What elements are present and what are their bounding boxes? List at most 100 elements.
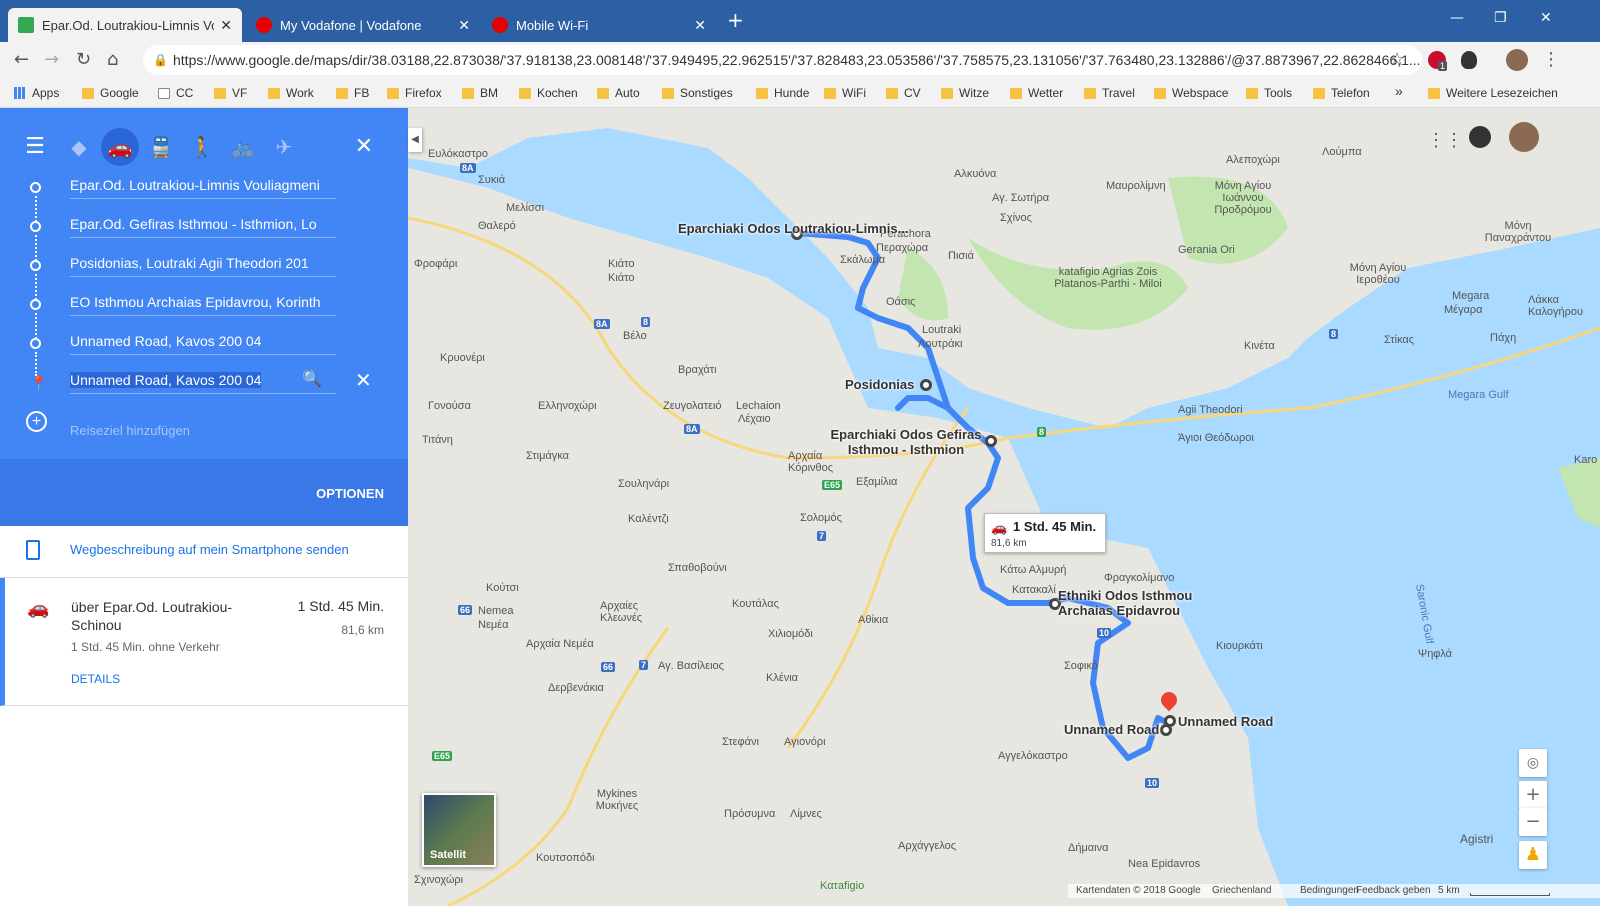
minimize-window-icon[interactable]: —	[1450, 10, 1464, 26]
bookmark-weitere-lesezeichen[interactable]: Weitere Lesezeichen	[1428, 86, 1558, 100]
add-destination-input[interactable]: Reiseziel hinzufügen	[70, 423, 190, 438]
bookmark-bm[interactable]: BM	[462, 86, 498, 100]
map-canvas[interactable]: Ευλόκαστρο Συκιά Θαλερό Μελίσσι Φροφάρι …	[408, 108, 1600, 906]
reload-icon[interactable]: ↻	[76, 49, 91, 70]
mode-flight-icon[interactable]: ✈	[265, 128, 303, 166]
mode-walk-icon[interactable]: 🚶	[183, 128, 221, 166]
route-details-link[interactable]: DETAILS	[71, 672, 120, 686]
bookmark-witze[interactable]: Witze	[941, 86, 989, 100]
bookmark-travel[interactable]: Travel	[1084, 86, 1135, 100]
satellite-toggle[interactable]: Satellit	[422, 793, 496, 867]
search-icon[interactable]: 🔍	[302, 369, 322, 389]
town-label: Megara	[1452, 290, 1490, 302]
waypoint-input-6[interactable]: Unnamed Road, Kavos 200 04	[70, 368, 336, 394]
waypoint-marker-2[interactable]	[920, 379, 932, 391]
more-bookmarks-chevron[interactable]: »	[1395, 83, 1403, 99]
scale-bar	[1470, 893, 1550, 896]
waypoint-input-4[interactable]: EO Isthmou Archaias Epidavrou, Korinth	[70, 290, 336, 316]
map-region-link[interactable]: Griechenland	[1212, 885, 1271, 896]
user-avatar[interactable]	[1509, 122, 1539, 152]
folder-icon	[824, 87, 836, 99]
bookmark-hunde[interactable]: Hunde	[756, 86, 809, 100]
town-label: Μαυρολίμνη	[1106, 180, 1166, 192]
bookmark-kochen[interactable]: Kochen	[519, 86, 578, 100]
gulf-label: Megara Gulf	[1448, 389, 1509, 401]
town-label: Σολομός	[800, 512, 842, 524]
waypoint-marker-6[interactable]	[1164, 715, 1176, 727]
close-directions-icon[interactable]: ✕	[345, 128, 383, 166]
close-window-icon[interactable]: ✕	[1540, 10, 1552, 26]
notifications-bell-icon[interactable]	[1469, 126, 1491, 148]
remove-waypoint-icon[interactable]: ✕	[355, 368, 372, 392]
town-label: Κουτάλας	[732, 598, 779, 610]
map-scale[interactable]: 5 km	[1438, 885, 1460, 896]
bookmark-sonstiges[interactable]: Sonstiges	[662, 86, 733, 100]
close-tab-icon[interactable]: ✕	[694, 17, 706, 34]
bookmark-work[interactable]: Work	[268, 86, 314, 100]
close-tab-icon[interactable]: ✕	[458, 17, 470, 34]
route-option-card[interactable]: 🚗 über Epar.Od. Loutrakiou-Schinou 1 Std…	[0, 578, 408, 706]
send-to-phone-icon	[26, 540, 40, 560]
bookmark-telefon[interactable]: Telefon	[1313, 86, 1370, 100]
bookmark-star-icon[interactable]: ☆	[1389, 49, 1405, 70]
tab-maps[interactable]: Epar.Od. Loutrakiou-Limnis Vouli ✕	[8, 8, 242, 42]
route-info-box[interactable]: 🚗 1 Std. 45 Min. 81,6 km	[984, 513, 1106, 553]
bookmark-vf[interactable]: VF	[214, 86, 247, 100]
waypoint-input-5[interactable]: Unnamed Road, Kavos 200 04	[70, 329, 336, 355]
bookmark-wetter[interactable]: Wetter	[1010, 86, 1063, 100]
options-button[interactable]: OPTIONEN	[316, 486, 384, 501]
waypoint-circle-icon	[30, 299, 41, 310]
menu-dots-icon[interactable]: ⋮	[1542, 49, 1560, 70]
bookmark-cv[interactable]: CV	[886, 86, 921, 100]
mode-bike-icon[interactable]: 🚲	[224, 128, 262, 166]
send-to-phone-link[interactable]: Wegbeschreibung auf mein Smartphone send…	[70, 542, 349, 557]
menu-icon[interactable]: ☰	[16, 128, 54, 166]
waypoint-input-3[interactable]: Posidonias, Loutraki Agii Theodori 201	[70, 251, 336, 277]
tab-mobile-wifi[interactable]: Mobile Wi-Fi ✕	[482, 8, 716, 42]
extension-shield-icon[interactable]	[1461, 51, 1477, 69]
street-view-pegman-icon[interactable]: ♟	[1519, 841, 1547, 869]
bookmark-webspace[interactable]: Webspace	[1154, 86, 1228, 100]
bookmark-auto[interactable]: Auto	[597, 86, 640, 100]
waypoint-input-1[interactable]: Epar.Od. Loutrakiou-Limnis Vouliagmeni	[70, 173, 336, 199]
mode-best-route-icon[interactable]: ◆	[60, 128, 98, 166]
new-tab-button[interactable]: +	[727, 8, 744, 32]
bookmark-google[interactable]: Google	[82, 86, 139, 100]
my-location-icon[interactable]: ◎	[1519, 749, 1547, 777]
map-feedback-link[interactable]: Feedback geben	[1356, 885, 1431, 896]
collapse-panel-button[interactable]: ◀	[408, 128, 422, 152]
road-number: 8	[1037, 427, 1047, 437]
restore-window-icon[interactable]: ❐	[1494, 10, 1507, 26]
town-label: Κουτσοπόδι	[536, 852, 595, 864]
waypoint-input-2[interactable]: Epar.Od. Gefiras Isthmou - Isthmion, Lo	[70, 212, 336, 238]
tab-title: My Vodafone | Vodafone	[280, 17, 422, 33]
address-bar[interactable]: 🔒 https://www.google.de/maps/dir/38.0318…	[143, 45, 1422, 75]
close-tab-icon[interactable]: ✕	[220, 17, 232, 34]
bookmark-wifi[interactable]: WiFi	[824, 86, 866, 100]
zoom-out-button[interactable]: −	[1519, 808, 1547, 836]
tab-vodafone[interactable]: My Vodafone | Vodafone ✕	[246, 8, 480, 42]
back-icon[interactable]: ←	[14, 49, 29, 70]
bookmark-fb[interactable]: FB	[336, 86, 369, 100]
road-number: 7	[817, 531, 827, 541]
profile-avatar[interactable]	[1506, 49, 1528, 71]
waypoint-circle-icon	[30, 221, 41, 232]
town-label: Αγγελόκαστρο	[998, 750, 1068, 762]
bookmark-cc[interactable]: CC	[158, 86, 193, 100]
place-label-unnamed-2: Unnamed Road	[1178, 714, 1274, 729]
bookmark-apps[interactable]: Apps	[14, 86, 59, 100]
apps-grid-icon[interactable]: ⋮⋮	[1427, 130, 1463, 151]
add-destination-icon[interactable]: +	[26, 411, 47, 432]
town-label: Αλκυόνα	[954, 168, 997, 180]
bookmark-firefox[interactable]: Firefox	[387, 86, 442, 100]
mode-car-icon[interactable]: 🚗	[101, 128, 139, 166]
waypoint-marker-3[interactable]	[985, 435, 997, 447]
forward-icon[interactable]: →	[44, 49, 59, 70]
map-terms-link[interactable]: Bedingungen	[1300, 885, 1359, 896]
mode-transit-icon[interactable]: 🚆	[142, 128, 180, 166]
home-icon[interactable]: ⌂	[107, 49, 118, 70]
town-label: Πρόσυμνα	[724, 808, 776, 820]
send-to-phone-row[interactable]: Wegbeschreibung auf mein Smartphone send…	[0, 526, 408, 578]
zoom-in-button[interactable]: +	[1519, 781, 1547, 809]
bookmark-tools[interactable]: Tools	[1246, 86, 1292, 100]
